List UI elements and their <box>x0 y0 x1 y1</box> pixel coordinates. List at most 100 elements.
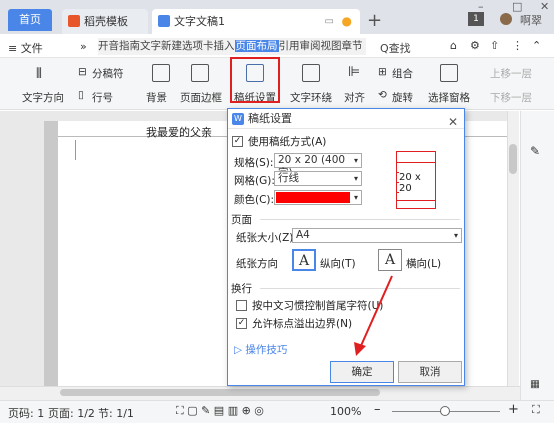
tips-link[interactable]: ▷ 操作技巧 <box>234 342 287 357</box>
spec-label: 规格(S): <box>234 157 274 169</box>
rotate-button[interactable]: 旋转 <box>392 90 413 105</box>
margin-corner-mark <box>75 140 76 160</box>
apps-icon[interactable]: ▦ <box>530 378 540 390</box>
window-close-icon[interactable]: ✕ <box>540 0 549 13</box>
text-direction-button[interactable]: 文字方向 <box>22 90 64 105</box>
settings-icon[interactable]: ⚙ <box>470 39 480 52</box>
use-grid-checkbox[interactable]: ✓ <box>232 136 243 147</box>
punct-overflow-label[interactable]: 允许标点溢出边界(N) <box>252 316 352 331</box>
portrait-button[interactable]: A <box>292 249 316 271</box>
align-button[interactable]: 对齐 <box>344 90 365 105</box>
split-button[interactable]: 分稿符 <box>92 66 124 81</box>
annotation-arrow <box>354 275 393 356</box>
username[interactable]: 啊翠 <box>520 12 542 28</box>
horizontal-scroll-thumb[interactable] <box>60 389 380 396</box>
align-icon[interactable]: ⊫ <box>348 64 360 80</box>
select-pane-icon[interactable] <box>440 64 458 82</box>
page-border-button[interactable]: 页面边框 <box>180 90 222 105</box>
orientation-label: 纸张方向 <box>236 258 278 270</box>
preview-line <box>397 162 435 163</box>
preview-line <box>397 200 435 201</box>
chevron-down-icon: ▾ <box>353 156 358 165</box>
close-icon[interactable]: ✕ <box>448 112 458 132</box>
zoom-slider-knob[interactable] <box>440 406 450 416</box>
page-border-icon[interactable] <box>191 64 209 82</box>
upload-icon[interactable]: ⇧ <box>490 39 499 52</box>
color-swatch <box>276 192 350 203</box>
color-select[interactable]: ▾ <box>274 190 362 205</box>
share-icon[interactable]: ⌂ <box>450 39 457 52</box>
paper-size-value: A4 <box>296 229 310 241</box>
punct-overflow-checkbox[interactable]: ✓ <box>236 318 247 329</box>
select-pane-button[interactable]: 选择窗格 <box>428 90 470 105</box>
monitor-icon[interactable]: ▭ <box>325 9 334 34</box>
background-icon[interactable] <box>152 64 170 82</box>
menu-tabs-suffix[interactable]: 引用审阅视图章节 <box>279 40 363 52</box>
landscape-button[interactable]: A <box>378 249 402 271</box>
tab-template[interactable]: 稻壳模板 <box>62 9 148 34</box>
docer-logo-icon <box>68 15 80 27</box>
zoom-out-icon[interactable]: – <box>374 402 381 417</box>
tab-home[interactable]: 首页 <box>8 9 52 31</box>
page-section-label: 页面 <box>231 214 252 226</box>
menu-tabs-prefix[interactable]: 开音指南文字新建选项卡插入 <box>98 40 235 52</box>
vertical-scroll-thumb[interactable] <box>509 144 517 174</box>
play-circle-icon: ▷ <box>234 344 243 356</box>
chevron-down-icon: ▾ <box>353 193 358 202</box>
search-button[interactable]: Q查找 <box>380 40 411 56</box>
unsaved-dot-icon[interactable]: ● <box>342 9 352 34</box>
menu-tab-page-layout[interactable]: 页面布局 <box>234 40 279 52</box>
spec-select[interactable]: 20 x 20 (400 字) ▾ <box>274 153 362 179</box>
more-options-icon[interactable]: ⋮ <box>512 39 523 52</box>
chevron-down-icon: ▾ <box>353 174 358 183</box>
edit-pen-icon[interactable]: ✎ <box>530 144 540 158</box>
line-number-button[interactable]: 行号 <box>92 90 113 105</box>
status-page-of[interactable]: 页面: 1/2 <box>48 405 95 421</box>
split-icon[interactable]: ⊟ <box>78 66 87 78</box>
portrait-label[interactable]: 纵向(T) <box>320 256 356 271</box>
file-menu[interactable]: ≡ 文件 <box>8 40 43 56</box>
menu-tabs-strip[interactable]: 开音指南文字新建选项卡插入页面布局引用审阅视图章节 <box>98 38 366 55</box>
paper-size-select[interactable]: A4 ▾ <box>292 228 462 243</box>
use-grid-label[interactable]: 使用稿纸方式(A) <box>248 134 326 149</box>
window-minimize-icon[interactable]: – <box>478 0 484 13</box>
status-page[interactable]: 页码: 1 <box>8 405 44 421</box>
avatar[interactable] <box>500 13 512 25</box>
writer-app-icon: W <box>232 113 244 125</box>
grid-select[interactable]: 行线 ▾ <box>274 171 362 186</box>
text-direction-icon[interactable]: ⫴ <box>36 66 42 82</box>
bring-forward-button[interactable]: 上移一层 <box>490 66 532 81</box>
cjk-rule-checkbox[interactable] <box>236 300 247 311</box>
cancel-button[interactable]: 取消 <box>398 361 462 383</box>
dialog-title: 稿纸设置 <box>248 112 292 125</box>
tips-label: 操作技巧 <box>245 344 288 356</box>
fullscreen-icon[interactable]: ⛶ <box>532 403 540 417</box>
dialog-title-bar[interactable]: W 稿纸设置 ✕ <box>228 109 464 129</box>
zoom-in-icon[interactable]: + <box>508 402 519 417</box>
tab-document[interactable]: 文字文稿1 ▭ ● <box>152 9 360 34</box>
wrap-text-button[interactable]: 文字环绕 <box>290 90 332 105</box>
chevron-down-icon: ▾ <box>453 231 458 240</box>
page-margin <box>44 121 58 386</box>
wrap-text-icon[interactable] <box>302 64 320 82</box>
menu-more[interactable]: » <box>80 40 87 53</box>
background-button[interactable]: 背景 <box>146 90 167 105</box>
grid-label: 网格(G): <box>234 175 275 187</box>
status-section[interactable]: 节: 1/1 <box>98 405 134 421</box>
wrap-section-label: 换行 <box>231 283 252 295</box>
zoom-level[interactable]: 100% <box>330 405 361 418</box>
new-tab-icon[interactable]: + <box>367 10 382 31</box>
send-backward-button[interactable]: 下移一层 <box>490 90 532 105</box>
group-button[interactable]: 组合 <box>392 66 413 81</box>
group-icon[interactable]: ⊞ <box>378 66 387 78</box>
view-mode-icons[interactable]: ⛶ ▢ ✎ ▤ ▥ ⊕ ◎ <box>176 404 264 418</box>
rotate-icon[interactable]: ⟲ <box>378 89 387 101</box>
tab-template-label: 稻壳模板 <box>84 15 128 28</box>
collapse-ribbon-icon[interactable]: ⌃ <box>532 39 541 52</box>
document-heading[interactable]: 我最爱的父亲 <box>146 124 212 140</box>
landscape-label[interactable]: 横向(L) <box>406 256 441 271</box>
ok-button[interactable]: 确定 <box>330 361 394 383</box>
window-maximize-icon[interactable]: □ <box>512 0 522 13</box>
page-count-badge[interactable]: 1 <box>468 12 484 26</box>
line-number-icon[interactable]: ▯ <box>78 89 84 101</box>
